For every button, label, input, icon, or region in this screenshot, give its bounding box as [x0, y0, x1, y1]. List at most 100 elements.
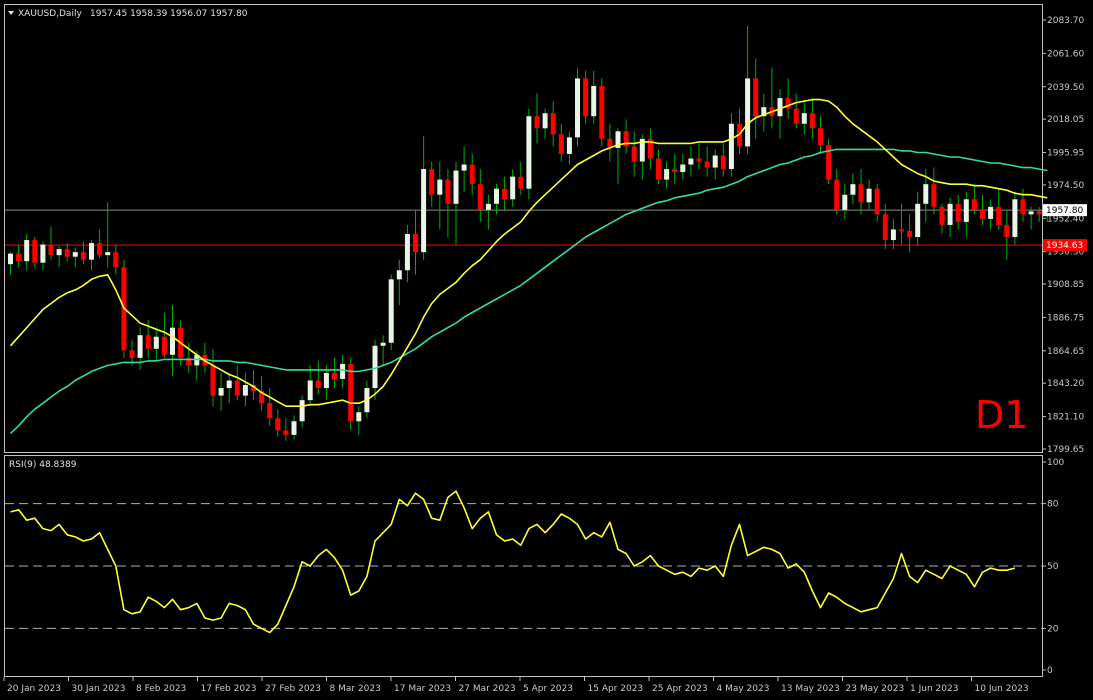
candle-body — [1020, 199, 1026, 215]
candle-body — [939, 206, 945, 225]
timeframe-label: D1 — [975, 393, 1028, 437]
candle-body — [1028, 211, 1034, 215]
rsi-label: RSI(9) 48.8389 — [9, 460, 77, 470]
candle-body — [971, 199, 977, 210]
candle-body — [882, 214, 888, 241]
candle-body — [461, 164, 467, 171]
candle-body — [680, 164, 686, 173]
candle-body — [558, 134, 564, 154]
candle-body — [550, 113, 556, 135]
candle-body — [161, 336, 167, 355]
candle-body — [105, 252, 111, 256]
time-tick-label: 5 Apr 2023 — [523, 684, 573, 694]
candle-body — [429, 169, 435, 195]
price-tick-label: 1843.20 — [1047, 379, 1084, 389]
candle-body — [396, 270, 402, 280]
candle-body — [153, 336, 159, 349]
candle-body — [834, 179, 840, 210]
candle-body — [858, 184, 864, 203]
candle-body — [996, 206, 1002, 225]
candle-body — [72, 252, 78, 257]
price-tick-label: 1821.10 — [1047, 413, 1084, 423]
candle-body — [907, 230, 913, 238]
candle-body — [56, 249, 62, 256]
candle-body — [720, 155, 726, 170]
candle-body — [575, 78, 580, 138]
level-price-tag: 1934.63 — [1046, 241, 1083, 251]
price-tick-label: 1886.75 — [1047, 313, 1084, 323]
candle-body — [793, 108, 799, 124]
candle-body — [534, 116, 540, 129]
candle-body — [332, 372, 337, 379]
candle-body — [818, 128, 823, 145]
candle-body — [421, 169, 427, 253]
candle-body — [291, 421, 297, 435]
candle-body — [664, 169, 670, 180]
candle-body — [404, 234, 410, 271]
candle-body — [40, 244, 46, 263]
candle-body — [89, 243, 94, 260]
candle-body — [97, 243, 103, 256]
candle-body — [850, 184, 856, 195]
candle-body — [899, 229, 904, 231]
candle-body — [24, 240, 30, 262]
candle-body — [242, 385, 248, 396]
candle-body — [980, 209, 985, 219]
time-tick-label: 23 May 2023 — [846, 684, 905, 694]
time-tick-label: 1 Jun 2023 — [910, 684, 958, 694]
candle-body — [323, 372, 329, 389]
candle-body — [931, 184, 937, 207]
candle-body — [356, 412, 362, 422]
candle-body — [469, 164, 475, 185]
price-tick-label: 2039.50 — [1047, 83, 1084, 93]
time-tick-label: 25 Apr 2023 — [652, 684, 708, 694]
candle-body — [672, 169, 678, 173]
price-tick-label: 2018.05 — [1047, 115, 1084, 125]
candle-body — [631, 146, 637, 162]
candle-body — [340, 363, 346, 379]
candle-body — [688, 158, 694, 165]
candle-body — [299, 400, 305, 422]
candle-body — [704, 161, 710, 168]
candle-body — [599, 86, 605, 139]
price-tick-label: 1864.65 — [1047, 347, 1084, 357]
candle-body — [1004, 224, 1010, 238]
candle-body — [137, 335, 143, 358]
rsi-tick-label: 80 — [1047, 500, 1059, 510]
candle-body — [566, 137, 572, 154]
candle-body — [210, 365, 216, 396]
candle-body — [955, 203, 961, 222]
candle-body — [145, 335, 151, 349]
time-tick-label: 17 Feb 2023 — [201, 684, 257, 694]
candle-body — [477, 184, 483, 210]
candle-body — [777, 98, 783, 117]
time-tick-label: 20 Jan 2023 — [7, 684, 61, 694]
candle-body — [445, 179, 451, 204]
candle-body — [315, 380, 321, 389]
candle-body — [348, 363, 354, 422]
candle-body — [413, 234, 418, 253]
candle-body — [809, 113, 815, 129]
candle-body — [380, 342, 386, 346]
candle-body — [712, 155, 718, 168]
price-tick-label: 2083.70 — [1047, 16, 1084, 26]
rsi-tick-label: 50 — [1047, 562, 1059, 572]
candle-body — [801, 113, 807, 124]
candle-body — [728, 123, 734, 170]
rsi-tick-label: 0 — [1047, 666, 1053, 676]
candle-body — [842, 194, 848, 210]
candle-body — [275, 418, 281, 431]
candle-body — [32, 240, 38, 263]
candle-body — [542, 113, 548, 129]
candle-body — [1036, 211, 1042, 215]
price-chart[interactable]: XAUUSD,Daily 1957.45 1958.39 1956.07 195… — [0, 0, 1093, 700]
candle-body — [745, 78, 751, 147]
time-tick-label: 13 May 2023 — [781, 684, 840, 694]
candle-body — [874, 188, 880, 215]
candle-body — [267, 403, 273, 419]
time-tick-label: 8 Mar 2023 — [330, 684, 381, 694]
candle-body — [915, 203, 921, 238]
candle-body — [591, 86, 597, 117]
candle-body — [494, 188, 499, 204]
candle-body — [437, 179, 443, 195]
